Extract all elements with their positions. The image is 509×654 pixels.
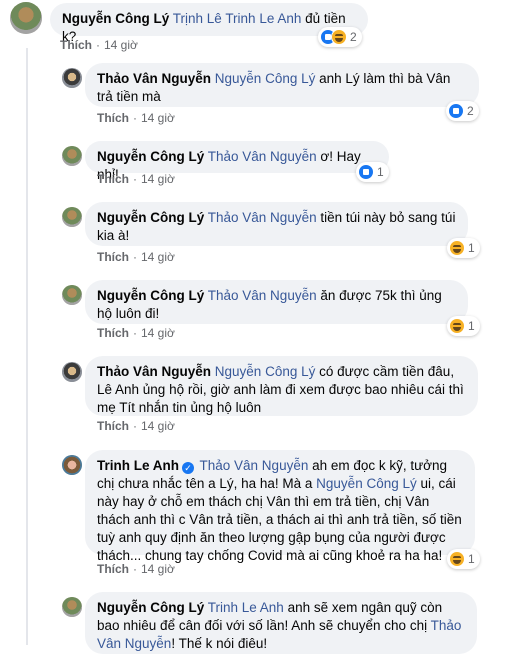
haha-icon bbox=[449, 551, 465, 567]
reaction-summary[interactable]: 1 bbox=[447, 316, 480, 336]
haha-icon bbox=[449, 318, 465, 334]
mention-link[interactable]: Nguyễn Công Lý bbox=[215, 364, 316, 379]
comment-thread: Nguyễn Công Lý Trịnh Lê Trinh Le Anh đủ … bbox=[0, 0, 509, 654]
reaction-summary[interactable]: 1 bbox=[447, 549, 480, 569]
comment-meta: Thích · 14 giờ bbox=[97, 111, 175, 125]
comment-bubble: Nguyễn Công Lý Thảo Vân Nguyễn ăn được 7… bbox=[85, 280, 468, 324]
mention-link[interactable]: Trịnh Lê bbox=[173, 11, 222, 26]
timestamp[interactable]: 14 giờ bbox=[141, 250, 175, 264]
avatar[interactable] bbox=[10, 2, 42, 34]
comment-author[interactable]: Nguyễn Công Lý bbox=[97, 288, 204, 303]
timestamp[interactable]: 14 giờ bbox=[141, 172, 175, 186]
verified-badge-icon: ✓ bbox=[182, 462, 194, 474]
like-button[interactable]: Thích bbox=[97, 250, 129, 264]
timestamp[interactable]: 14 giờ bbox=[104, 38, 138, 52]
comment-text: ! Thế k nói điêu! bbox=[171, 636, 268, 651]
comment-bubble: Thảo Vân Nguyễn Nguyễn Công Lý anh Lý là… bbox=[85, 63, 479, 107]
like-icon bbox=[448, 103, 464, 119]
mention-link[interactable]: Nguyễn Công Lý bbox=[316, 476, 417, 491]
mention-link[interactable]: Thảo Vân Nguyễn bbox=[200, 458, 309, 473]
like-icon bbox=[358, 164, 374, 180]
like-button[interactable]: Thích bbox=[60, 38, 92, 52]
comment-author[interactable]: Nguyễn Công Lý bbox=[97, 210, 204, 225]
mention-link[interactable]: Thảo Vân Nguyễn bbox=[208, 210, 317, 225]
comment-meta: Thích · 14 giờ bbox=[60, 38, 138, 52]
mention-link[interactable]: Trinh Le Anh bbox=[208, 600, 284, 615]
reaction-summary[interactable]: 2 bbox=[318, 27, 362, 47]
comment-meta: Thích · 14 giờ bbox=[97, 562, 175, 576]
like-button[interactable]: Thích bbox=[97, 172, 129, 186]
like-button[interactable]: Thích bbox=[97, 326, 129, 340]
comment-author[interactable]: Nguyễn Công Lý bbox=[97, 149, 204, 164]
mention-link[interactable]: Nguyễn Công Lý bbox=[215, 71, 316, 86]
reaction-summary[interactable]: 1 bbox=[356, 162, 389, 182]
reaction-summary[interactable]: 2 bbox=[446, 101, 479, 121]
timestamp[interactable]: 14 giờ bbox=[141, 326, 175, 340]
comment-meta: Thích · 14 giờ bbox=[97, 250, 175, 264]
comment-bubble: Thảo Vân Nguyễn Nguyễn Công Lý có được c… bbox=[85, 356, 478, 416]
comment-meta: Thích · 14 giờ bbox=[97, 172, 175, 186]
comment-author[interactable]: Trinh Le Anh bbox=[97, 458, 179, 473]
comment-meta: Thích · 14 giờ bbox=[97, 419, 175, 433]
avatar[interactable] bbox=[62, 285, 82, 305]
comment-bubble: Nguyễn Công Lý Thảo Vân Nguyễn tiền túi … bbox=[85, 202, 468, 246]
haha-icon bbox=[449, 240, 465, 256]
avatar[interactable] bbox=[62, 597, 82, 617]
timestamp[interactable]: 14 giờ bbox=[141, 111, 175, 125]
reply-thread-line bbox=[26, 48, 28, 645]
mention-link[interactable]: Thảo Vân Nguyễn bbox=[208, 288, 317, 303]
reaction-summary[interactable]: 1 bbox=[447, 238, 480, 258]
avatar[interactable] bbox=[62, 362, 82, 382]
comment-bubble: Nguyễn Công Lý Thảo Vân Nguyễn ơ! Hay nh… bbox=[85, 141, 389, 182]
haha-icon bbox=[331, 29, 347, 45]
like-button[interactable]: Thích bbox=[97, 111, 129, 125]
timestamp[interactable]: 14 giờ bbox=[141, 562, 175, 576]
like-button[interactable]: Thích bbox=[97, 562, 129, 576]
comment-author[interactable]: Nguyễn Công Lý bbox=[97, 600, 204, 615]
mention-link[interactable]: Trinh Le Anh bbox=[225, 11, 301, 26]
comment-meta: Thích · 14 giờ bbox=[97, 326, 175, 340]
avatar[interactable] bbox=[62, 68, 82, 88]
comment-author[interactable]: Nguyễn Công Lý bbox=[62, 11, 169, 26]
avatar[interactable] bbox=[62, 207, 82, 227]
comment-author[interactable]: Thảo Vân Nguyễn bbox=[97, 71, 211, 86]
avatar[interactable] bbox=[62, 455, 82, 475]
comment-author[interactable]: Thảo Vân Nguyễn bbox=[97, 364, 211, 379]
mention-link[interactable]: Thảo Vân Nguyễn bbox=[208, 149, 317, 164]
like-button[interactable]: Thích bbox=[97, 419, 129, 433]
timestamp[interactable]: 14 giờ bbox=[141, 419, 175, 433]
comment-bubble: Trinh Le Anh ✓ Thảo Vân Nguyễn ah em đọc … bbox=[85, 450, 475, 563]
avatar[interactable] bbox=[62, 146, 82, 166]
